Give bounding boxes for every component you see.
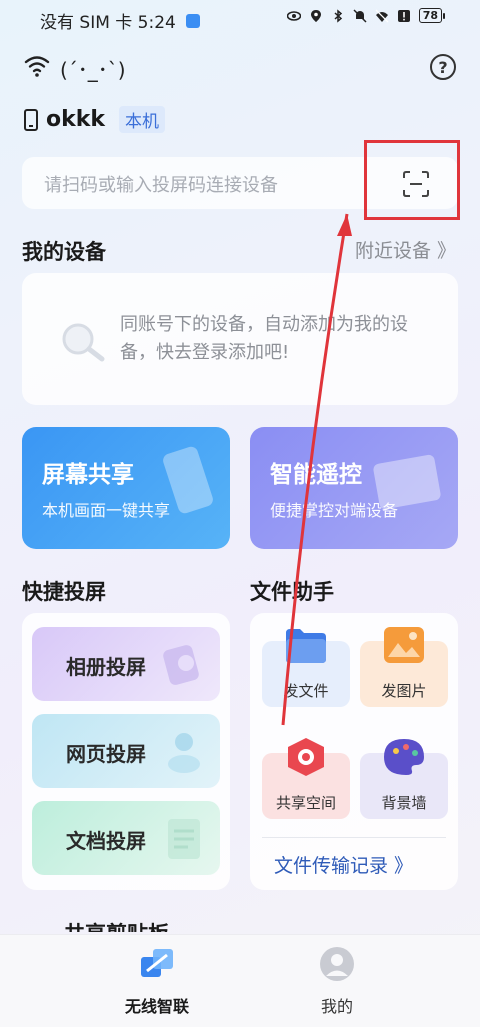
battery-indicator: 78 (418, 8, 446, 23)
photo-roll-icon (163, 645, 199, 685)
nav-mine-label: 我的 (320, 997, 353, 1016)
status-bar-left: 没有 SIM 卡 5:24 (40, 8, 200, 33)
palette-icon (384, 739, 424, 775)
connect-input-placeholder: 请扫码或输入投屏码连接设备 (44, 175, 278, 196)
globe-people-icon (168, 733, 200, 773)
folder-icon (286, 629, 326, 663)
send-image-label: 发图片 (381, 682, 427, 700)
shared-space-button[interactable]: 共享空间 (262, 738, 350, 819)
quick-cast-title: 快捷投屏 (22, 580, 106, 604)
image-icon (384, 627, 424, 663)
help-icon: ? (438, 57, 448, 77)
connection-status-face: (´･_･`) (60, 58, 126, 82)
file-assistant-title: 文件助手 (250, 580, 334, 604)
background-wall-label: 背景墙 (381, 794, 427, 812)
nav-wireless-connect[interactable]: 无线智联 (102, 945, 212, 1017)
remote-control-card[interactable]: 智能遥控 便捷掌控对端设备 (250, 427, 458, 549)
app-notification-icon (185, 13, 200, 28)
bluetooth-icon (334, 8, 342, 23)
shared-space-icon (288, 738, 324, 776)
document-cast-button[interactable]: 文档投屏 (32, 801, 220, 875)
file-assistant-card: 发文件 发图片 共享空间 背景墙 文件传输记录 》 (250, 613, 458, 890)
help-button[interactable]: ? (430, 54, 456, 80)
send-image-button[interactable]: 发图片 (360, 627, 448, 707)
eye-icon (286, 10, 301, 21)
wifi-off-icon (375, 9, 389, 22)
send-file-label: 发文件 (283, 682, 329, 700)
magnifier-icon (62, 323, 105, 362)
send-file-button[interactable]: 发文件 (262, 629, 350, 707)
remote-control-title: 智能遥控 (270, 462, 362, 488)
quick-cast-card: 相册投屏 网页投屏 文档投屏 (22, 613, 230, 890)
alert-icon (397, 9, 410, 22)
album-cast-button[interactable]: 相册投屏 (32, 627, 220, 701)
mute-icon (353, 8, 367, 23)
annotation-highlight-box (364, 140, 460, 220)
file-card-divider (262, 837, 446, 838)
screen-share-subtitle: 本机画面一键共享 (42, 501, 171, 520)
shared-clipboard-title: 共享剪贴板 (64, 918, 169, 932)
shared-space-label: 共享空间 (275, 794, 336, 812)
wifi-icon (24, 56, 50, 77)
album-cast-label: 相册投屏 (66, 655, 146, 679)
web-cast-label: 网页投屏 (66, 742, 146, 766)
document-cast-label: 文档投屏 (66, 829, 146, 853)
status-bar-right: 78 (286, 8, 446, 23)
nav-wireless-label: 无线智联 (124, 997, 189, 1016)
background-wall-button[interactable]: 背景墙 (360, 739, 448, 819)
file-transfer-record-link[interactable]: 文件传输记录 》 (274, 851, 413, 878)
status-text: 没有 SIM 卡 5:24 (40, 13, 176, 33)
location-icon (310, 9, 321, 22)
phone-icon (24, 108, 38, 131)
nav-mine[interactable]: 我的 (282, 945, 392, 1017)
wireless-connect-icon (141, 949, 173, 977)
my-devices-title: 我的设备 (22, 240, 106, 264)
profile-icon (320, 947, 354, 981)
my-devices-card: 同账号下的设备，自动添加为我的设备，快去登录添加吧! (22, 273, 458, 405)
screen-share-card[interactable]: 屏幕共享 本机画面一键共享 (22, 427, 230, 549)
bottom-navigation: 无线智联 我的 (0, 934, 480, 1027)
nearby-devices-link[interactable]: 附近设备 》 (355, 236, 456, 263)
document-icon (168, 819, 200, 859)
web-cast-button[interactable]: 网页投屏 (32, 714, 220, 788)
empty-devices-text: 同账号下的设备，自动添加为我的设备，快去登录添加吧! (120, 314, 408, 363)
screen-share-title: 屏幕共享 (42, 462, 134, 488)
device-name: okkk (46, 107, 106, 132)
local-device-row: okkk 本机 (24, 106, 166, 133)
remote-control-subtitle: 便捷掌控对端设备 (270, 501, 399, 520)
local-badge: 本机 (119, 106, 166, 133)
